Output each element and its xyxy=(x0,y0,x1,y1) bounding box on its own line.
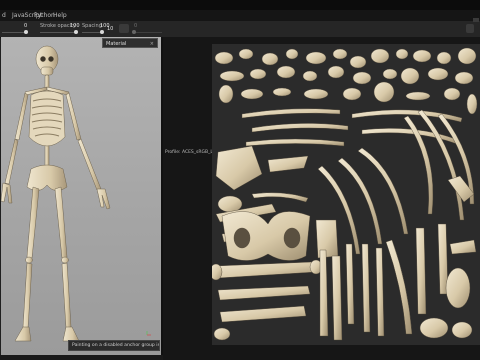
3d-viewport[interactable] xyxy=(1,37,163,355)
spacing-label: Spacing xyxy=(82,23,102,29)
disabled-slider[interactable] xyxy=(132,30,162,34)
skeleton-model xyxy=(1,45,111,342)
title-bar xyxy=(0,0,480,10)
menu-bar: d JavaScript Python Help xyxy=(0,10,480,21)
right-toolbar-button[interactable] xyxy=(466,24,474,33)
faded-value[interactable]: 0 xyxy=(134,23,137,30)
spacing-slider[interactable] xyxy=(82,30,104,34)
menu-item-python[interactable]: Python xyxy=(34,10,55,21)
bone-uv-islands xyxy=(212,47,478,341)
material-dropdown[interactable]: Material × xyxy=(102,38,158,48)
angle-value[interactable]: 10 xyxy=(107,26,113,33)
menu-item-help[interactable]: Help xyxy=(53,10,67,21)
material-dropdown-label: Material xyxy=(106,41,127,47)
size-slider[interactable] xyxy=(2,30,28,34)
menu-item-d[interactable]: d xyxy=(2,10,6,21)
status-strip xyxy=(0,355,163,360)
size-value[interactable]: 0 xyxy=(24,23,27,30)
brush-toggle-button[interactable] xyxy=(119,24,129,33)
close-icon[interactable]: × xyxy=(150,39,154,49)
uv-view-corner-button[interactable] xyxy=(473,18,479,22)
stroke-opacity-value[interactable]: 100 xyxy=(70,23,80,30)
tool-properties-bar: 0 Stroke opacity 100 Spacing 100 10 0 xyxy=(0,21,480,38)
stroke-opacity-slider[interactable] xyxy=(40,30,78,34)
axis-gizmo-icon xyxy=(146,331,151,336)
uv-texture-atlas xyxy=(212,44,480,345)
warning-message: Painting on a disabled anchor group is n… xyxy=(68,340,160,351)
